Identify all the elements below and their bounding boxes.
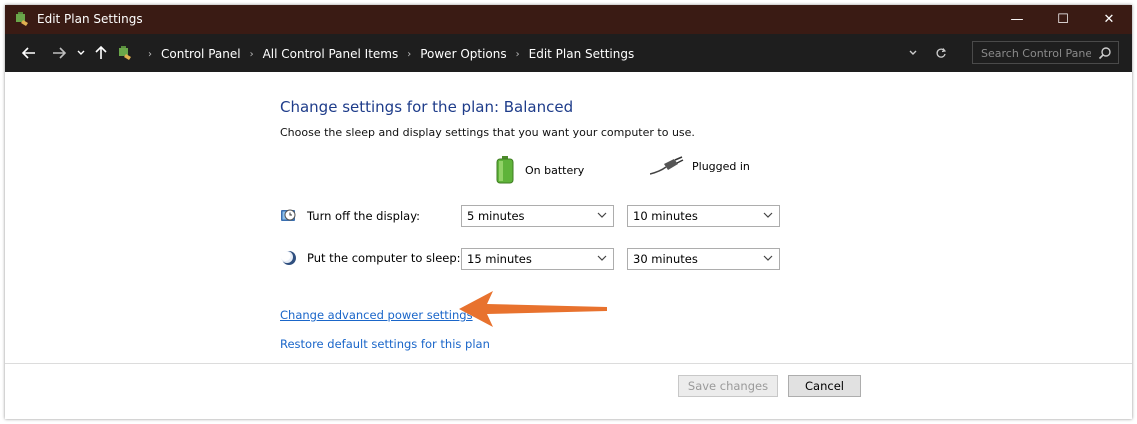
display-timer-icon bbox=[281, 209, 296, 221]
plugged-in-label: Plugged in bbox=[692, 159, 750, 173]
breadcrumb-separator-icon[interactable]: › bbox=[516, 49, 520, 60]
on-battery-label: On battery bbox=[525, 163, 585, 177]
sleep-on-battery-select[interactable]: 15 minutes bbox=[461, 248, 614, 270]
select-value: 5 minutes bbox=[467, 209, 525, 223]
breadcrumb-control-panel[interactable]: Control Panel bbox=[161, 47, 241, 61]
display-setting-label: Turn off the display: bbox=[307, 209, 421, 223]
cancel-button[interactable]: Cancel bbox=[788, 375, 861, 397]
restore-default-settings-link[interactable]: Restore default settings for this plan bbox=[280, 337, 490, 351]
plugged-in-column-header: Plugged in bbox=[650, 156, 750, 176]
chevron-down-icon bbox=[597, 212, 607, 218]
breadcrumb-separator-icon[interactable]: › bbox=[148, 49, 152, 60]
battery-icon bbox=[496, 156, 514, 184]
refresh-icon[interactable] bbox=[931, 43, 951, 63]
breadcrumb-edit-plan-settings[interactable]: Edit Plan Settings bbox=[529, 47, 635, 61]
chevron-down-icon bbox=[763, 212, 773, 218]
select-value: 30 minutes bbox=[633, 252, 698, 266]
power-plug-icon bbox=[650, 156, 684, 175]
search-box[interactable] bbox=[972, 41, 1119, 64]
display-setting-row-label: Turn off the display: bbox=[280, 207, 420, 225]
recent-locations-chevron-icon[interactable] bbox=[71, 43, 91, 63]
breadcrumb: › Control Panel › All Control Panel Item… bbox=[139, 45, 634, 63]
select-value: 15 minutes bbox=[467, 252, 532, 266]
title-bar: Edit Plan Settings — ☐ ✕ bbox=[5, 5, 1132, 34]
breadcrumb-separator-icon[interactable]: › bbox=[250, 49, 254, 60]
search-icon[interactable] bbox=[1098, 46, 1112, 60]
chevron-down-icon bbox=[597, 255, 607, 261]
save-changes-button[interactable]: Save changes bbox=[678, 375, 778, 397]
change-advanced-power-settings-link[interactable]: Change advanced power settings bbox=[280, 308, 473, 322]
sleep-setting-row-label: Put the computer to sleep: bbox=[280, 249, 461, 267]
address-bar: › Control Panel › All Control Panel Item… bbox=[5, 34, 1132, 72]
edit-plan-settings-window: Edit Plan Settings — ☐ ✕ › Control Panel… bbox=[5, 5, 1132, 419]
footer-divider bbox=[5, 363, 1132, 364]
annotation-arrow-icon bbox=[459, 291, 607, 327]
display-plugged-in-select[interactable]: 10 minutes bbox=[627, 205, 780, 227]
select-value: 10 minutes bbox=[633, 209, 698, 223]
page-description: Choose the sleep and display settings th… bbox=[280, 126, 695, 139]
search-input[interactable] bbox=[979, 45, 1093, 62]
breadcrumb-separator-icon[interactable]: › bbox=[407, 49, 411, 60]
breadcrumb-power-options[interactable]: Power Options bbox=[420, 47, 506, 61]
minimize-button[interactable]: — bbox=[997, 5, 1037, 34]
on-battery-column-header: On battery bbox=[495, 156, 584, 184]
up-arrow-icon[interactable] bbox=[91, 43, 111, 63]
sleep-moon-icon bbox=[280, 251, 296, 265]
back-arrow-icon[interactable] bbox=[19, 43, 39, 63]
window-title: Edit Plan Settings bbox=[37, 12, 143, 26]
close-button[interactable]: ✕ bbox=[1089, 5, 1129, 34]
address-dropdown-icon[interactable] bbox=[903, 43, 923, 63]
control-panel-icon bbox=[119, 46, 131, 60]
chevron-down-icon bbox=[763, 255, 773, 261]
display-on-battery-select[interactable]: 5 minutes bbox=[461, 205, 614, 227]
maximize-button[interactable]: ☐ bbox=[1043, 5, 1083, 34]
page-title: Change settings for the plan: Balanced bbox=[280, 98, 574, 116]
forward-arrow-icon[interactable] bbox=[49, 43, 69, 63]
sleep-plugged-in-select[interactable]: 30 minutes bbox=[627, 248, 780, 270]
breadcrumb-all-control-panel-items[interactable]: All Control Panel Items bbox=[263, 47, 399, 61]
sleep-setting-label: Put the computer to sleep: bbox=[307, 251, 461, 265]
power-options-icon bbox=[16, 12, 28, 26]
